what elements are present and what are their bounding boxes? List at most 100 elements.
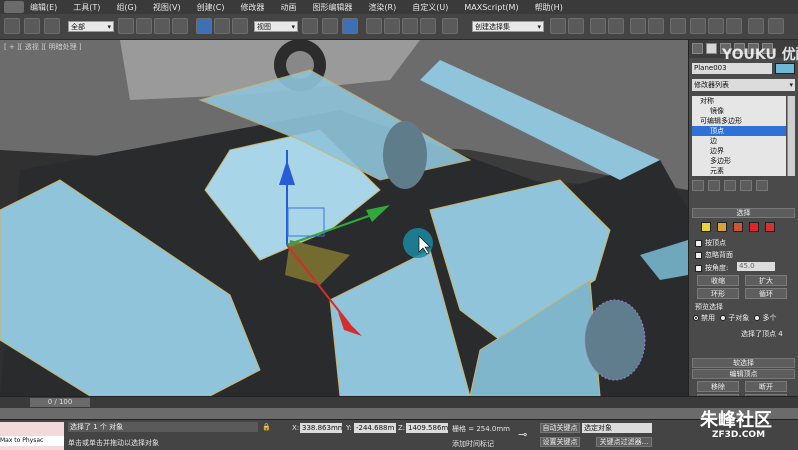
auto-key-button[interactable]: 自动关键点	[540, 423, 580, 433]
stack-item-element[interactable]: 元素	[692, 166, 786, 176]
remove-button[interactable]: 移除	[697, 381, 739, 392]
stack-item-symmetry[interactable]: 对称	[692, 96, 786, 106]
align-icon[interactable]	[568, 18, 584, 34]
grow-button[interactable]: 扩大	[745, 275, 787, 286]
teapot-render-icon[interactable]	[748, 18, 764, 34]
z-coordinate-field[interactable]: 1409.586m	[406, 423, 448, 433]
render-production-icon[interactable]	[726, 18, 742, 34]
edit-named-sets-icon[interactable]	[442, 18, 458, 34]
radio-disabled[interactable]	[693, 315, 699, 321]
select-manipulate-icon[interactable]	[322, 18, 338, 34]
menu-modifiers[interactable]: 修改器	[240, 2, 264, 13]
angle-spinner[interactable]: 45.0	[737, 262, 775, 271]
radio-subobject[interactable]	[720, 315, 727, 321]
checkbox-box[interactable]	[695, 239, 702, 247]
stack-item-mirror[interactable]: 镜像	[692, 106, 786, 116]
menu-maxscript[interactable]: MAXScript(M)	[464, 3, 518, 12]
perspective-viewport[interactable]: [ + ][ 透视 ][ 明暗处理 ]	[0, 40, 688, 396]
remove-modifier-icon[interactable]	[740, 180, 752, 191]
stack-item-editable-poly[interactable]: 可编辑多边形	[692, 116, 786, 126]
material-editor-icon[interactable]	[670, 18, 686, 34]
select-move-icon[interactable]	[196, 18, 212, 34]
undo-icon[interactable]	[4, 18, 20, 34]
object-name-field[interactable]: Plane003	[692, 63, 772, 74]
key-filters-button[interactable]: 关键点过滤器...	[596, 437, 652, 447]
menu-views[interactable]: 视图(V)	[153, 2, 181, 13]
keyboard-shortcut-icon[interactable]	[342, 18, 358, 34]
named-selection-dropdown[interactable]: 创建选择集	[472, 21, 544, 32]
window-crossing-icon[interactable]	[172, 18, 188, 34]
pivot-center-icon[interactable]	[302, 18, 318, 34]
loop-button[interactable]: 循环	[745, 288, 787, 299]
spinner-snap-icon[interactable]	[420, 18, 436, 34]
lock-icon[interactable]: 🔒	[262, 423, 271, 431]
maxscript-listener[interactable]: Max to Physac	[0, 422, 64, 450]
edit-vertices-rollout[interactable]: 编辑顶点	[692, 369, 795, 379]
render-setup-icon[interactable]	[690, 18, 706, 34]
soft-selection-rollout[interactable]: 软选择	[692, 358, 795, 368]
menu-group[interactable]: 组(G)	[116, 2, 136, 13]
stack-scrollbar[interactable]	[787, 96, 795, 176]
polygon-mode-icon[interactable]	[749, 222, 759, 232]
snap-3d-icon[interactable]	[366, 18, 382, 34]
stack-item-polygon[interactable]: 多边形	[692, 156, 786, 166]
menu-tools[interactable]: 工具(T)	[73, 2, 100, 13]
viewport-label[interactable]: [ + ][ 透视 ][ 明暗处理 ]	[4, 42, 82, 52]
edge-mode-icon[interactable]	[717, 222, 727, 232]
app-logo-icon[interactable]	[4, 1, 24, 13]
set-key-button[interactable]: 设置关键点	[540, 437, 580, 447]
border-mode-icon[interactable]	[733, 222, 743, 232]
selection-rollout-header[interactable]: 选择	[692, 208, 795, 218]
menu-graph-editors[interactable]: 图形编辑器	[312, 2, 352, 13]
menu-rendering[interactable]: 渲染(R)	[368, 2, 396, 13]
mirror-icon[interactable]	[550, 18, 566, 34]
stack-item-edge[interactable]: 边	[692, 136, 786, 146]
ignore-backfacing-checkbox[interactable]: 忽略背面	[695, 250, 733, 260]
key-icon[interactable]: ⊸	[518, 428, 527, 441]
layer-manager-icon[interactable]	[590, 18, 606, 34]
rendered-frame-icon[interactable]	[708, 18, 724, 34]
select-by-name-icon[interactable]	[136, 18, 152, 34]
element-mode-icon[interactable]	[765, 222, 775, 232]
reference-coord-dropdown[interactable]: 视图	[254, 21, 298, 32]
checkbox-box[interactable]	[695, 251, 702, 259]
modify-tab-icon[interactable]	[706, 43, 717, 54]
object-color-swatch[interactable]	[775, 63, 795, 74]
graphite-tools-icon[interactable]	[608, 18, 624, 34]
selection-set-dropdown[interactable]: 选定对象	[582, 423, 652, 433]
pin-stack-icon[interactable]	[692, 180, 704, 191]
by-vertex-checkbox[interactable]: 按顶点	[695, 238, 726, 248]
modifier-list-dropdown[interactable]: 修改器列表	[692, 79, 795, 91]
menu-animation[interactable]: 动画	[280, 2, 296, 13]
menu-help[interactable]: 帮助(H)	[535, 2, 563, 13]
stack-item-vertex[interactable]: 顶点	[692, 126, 786, 136]
radio-multi[interactable]	[754, 315, 761, 321]
link-icon[interactable]	[44, 18, 60, 34]
rect-selection-icon[interactable]	[154, 18, 170, 34]
show-end-result-icon[interactable]	[708, 180, 720, 191]
add-time-tag[interactable]: 添加时间标记	[452, 439, 494, 449]
vertex-mode-icon[interactable]	[701, 222, 711, 232]
maxscript-text[interactable]: Max to Physac	[0, 436, 64, 446]
break-button[interactable]: 断开	[745, 381, 787, 392]
select-object-icon[interactable]	[118, 18, 134, 34]
configure-sets-icon[interactable]	[756, 180, 768, 191]
x-coordinate-field[interactable]: 338.863mm	[300, 423, 342, 433]
y-coordinate-field[interactable]: -244.688m	[354, 423, 396, 433]
make-unique-icon[interactable]	[724, 180, 736, 191]
ring-button[interactable]: 环形	[697, 288, 739, 299]
percent-snap-icon[interactable]	[402, 18, 418, 34]
redo-icon[interactable]	[24, 18, 40, 34]
stack-item-border[interactable]: 边界	[692, 146, 786, 156]
select-scale-icon[interactable]	[232, 18, 248, 34]
render-iterative-icon[interactable]	[768, 18, 784, 34]
shrink-button[interactable]: 收缩	[697, 275, 739, 286]
menu-edit[interactable]: 编辑(E)	[30, 2, 57, 13]
menu-customize[interactable]: 自定义(U)	[412, 2, 448, 13]
time-slider[interactable]: 0 / 100	[30, 398, 90, 407]
create-tab-icon[interactable]	[692, 43, 703, 54]
by-angle-checkbox[interactable]: 按角度:	[695, 263, 728, 273]
track-bar[interactable]	[0, 408, 798, 419]
curve-editor-icon[interactable]	[630, 18, 646, 34]
checkbox-box[interactable]	[695, 264, 702, 272]
